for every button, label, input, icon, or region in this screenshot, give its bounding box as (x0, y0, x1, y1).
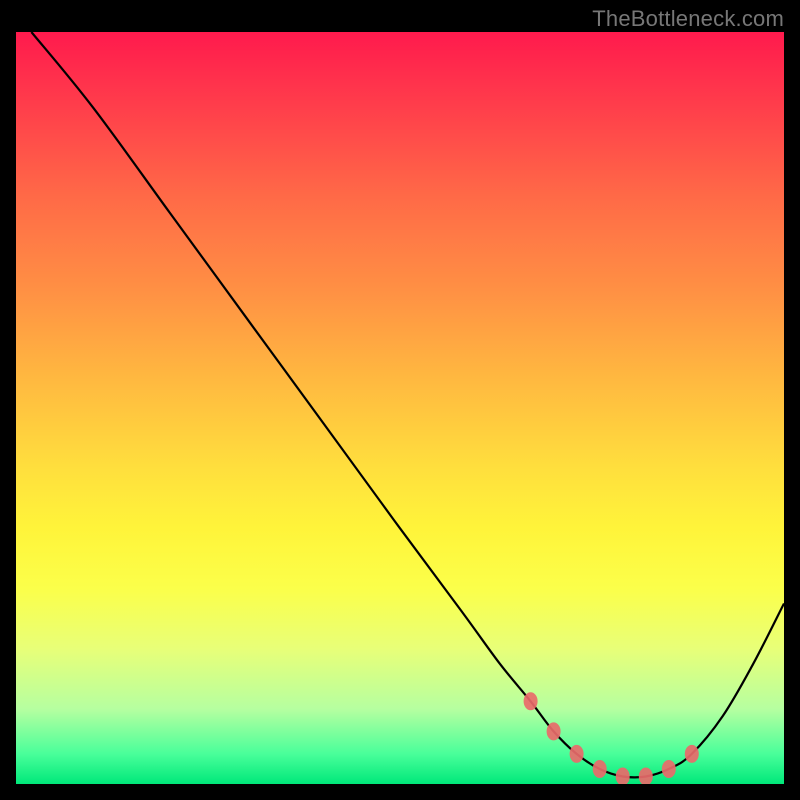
highlight-dot (593, 760, 607, 778)
highlight-dots-group (524, 692, 699, 784)
highlight-dot (685, 745, 699, 763)
bottleneck-curve-path (31, 32, 784, 777)
plot-area (16, 32, 784, 784)
highlight-dot (524, 692, 538, 710)
highlight-dot (616, 768, 630, 785)
highlight-dot (662, 760, 676, 778)
curve-svg (16, 32, 784, 784)
watermark-text: TheBottleneck.com (592, 6, 784, 32)
highlight-dot (570, 745, 584, 763)
highlight-dot (547, 722, 561, 740)
highlight-dot (639, 768, 653, 785)
chart-frame: TheBottleneck.com (0, 0, 800, 800)
